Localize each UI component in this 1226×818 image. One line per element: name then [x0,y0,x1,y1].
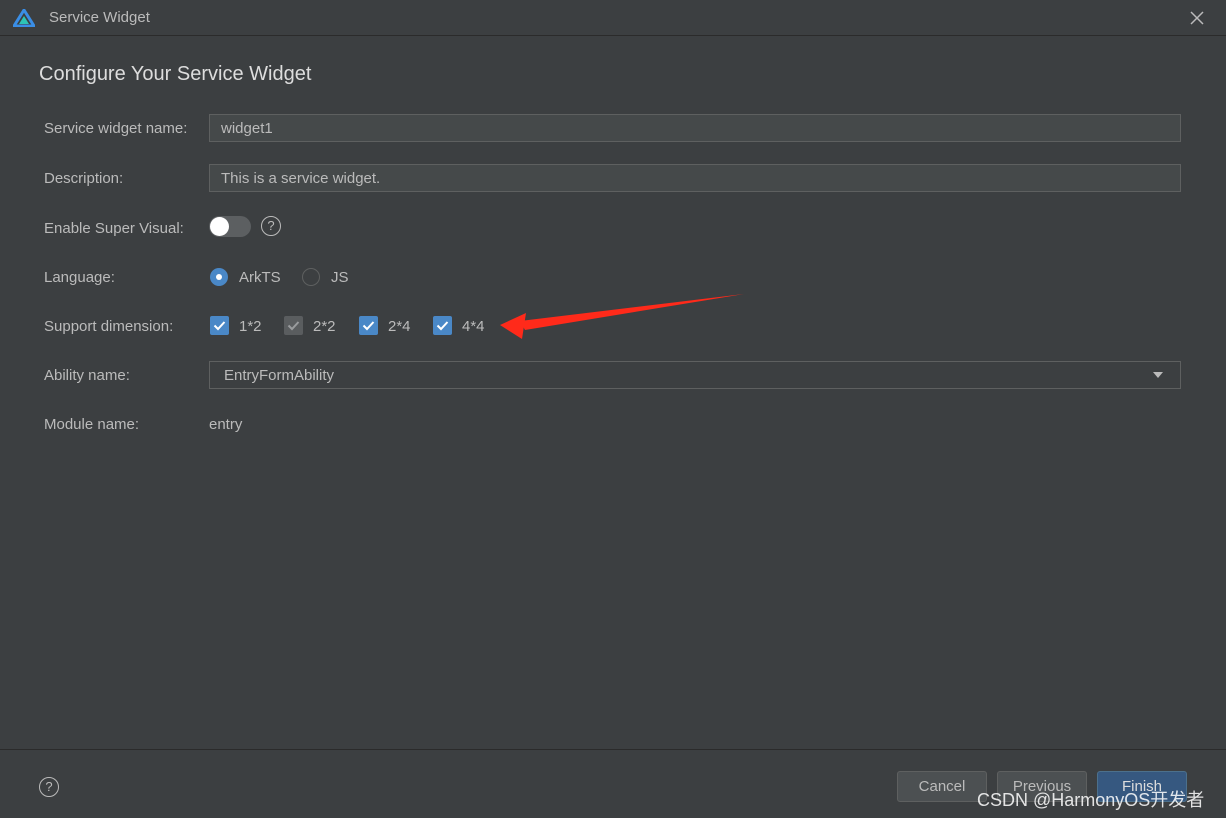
radio-js[interactable] [302,268,320,286]
widget-name-input[interactable] [209,114,1181,142]
checkbox-dimension-2x4[interactable] [359,316,378,335]
dimension-2x2-label: 2*2 [313,318,336,335]
harmonyos-logo-icon [13,9,35,27]
watermark-text: CSDN @HarmonyOS开发者 [977,790,1205,810]
module-name-label: Module name: [44,416,140,433]
dimension-1x2-label[interactable]: 1*2 [239,318,262,335]
toggle-knob [210,217,229,236]
ability-name-label: Ability name: [44,367,130,384]
check-icon [362,321,375,331]
footer-divider [0,749,1226,750]
window-title: Service Widget [49,9,150,26]
help-icon[interactable]: ? [261,216,281,236]
checkbox-dimension-4x4[interactable] [433,316,452,335]
checkbox-dimension-2x2 [284,316,303,335]
ability-name-value: EntryFormAbility [224,367,335,384]
radio-js-label[interactable]: JS [331,269,349,286]
super-visual-label: Enable Super Visual: [44,220,184,237]
radio-arkts-label[interactable]: ArkTS [239,269,281,286]
description-label: Description: [44,170,124,187]
page-title: Configure Your Service Widget [39,63,312,85]
footer-help-icon[interactable]: ? [39,777,59,797]
super-visual-toggle[interactable] [209,216,251,237]
dimension-4x4-label[interactable]: 4*4 [462,318,485,335]
check-icon [287,321,300,331]
check-icon [436,321,449,331]
language-label: Language: [44,269,115,286]
title-bar: Service Widget [0,0,1226,36]
radio-arkts[interactable] [210,268,228,286]
checkbox-dimension-1x2[interactable] [210,316,229,335]
cancel-button[interactable]: Cancel [897,771,987,802]
widget-name-label: Service widget name: [44,120,188,137]
check-icon [213,321,226,331]
close-icon[interactable] [1187,8,1207,28]
description-input[interactable] [209,164,1181,192]
dropdown-arrow-icon [1153,372,1163,378]
module-name-value: entry [209,416,243,433]
dimension-label: Support dimension: [44,318,174,335]
dimension-2x4-label[interactable]: 2*4 [388,318,411,335]
ability-name-dropdown[interactable]: EntryFormAbility [209,361,1181,389]
